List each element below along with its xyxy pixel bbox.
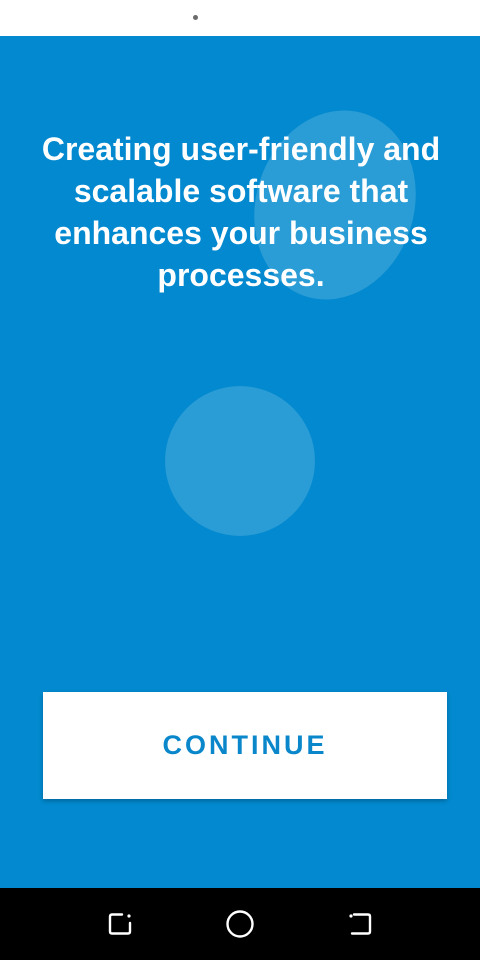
notification-dot-icon bbox=[193, 15, 198, 20]
recent-apps-icon[interactable] bbox=[104, 908, 136, 940]
back-icon[interactable] bbox=[344, 908, 376, 940]
navigation-bar bbox=[0, 888, 480, 960]
status-bar bbox=[0, 0, 480, 36]
onboarding-screen: Creating user-friendly and scalable soft… bbox=[0, 36, 480, 888]
decorative-circle-center bbox=[165, 386, 315, 536]
onboarding-headline: Creating user-friendly and scalable soft… bbox=[41, 131, 441, 293]
continue-button[interactable]: CONTINUE bbox=[43, 692, 447, 799]
home-icon[interactable] bbox=[224, 908, 256, 940]
